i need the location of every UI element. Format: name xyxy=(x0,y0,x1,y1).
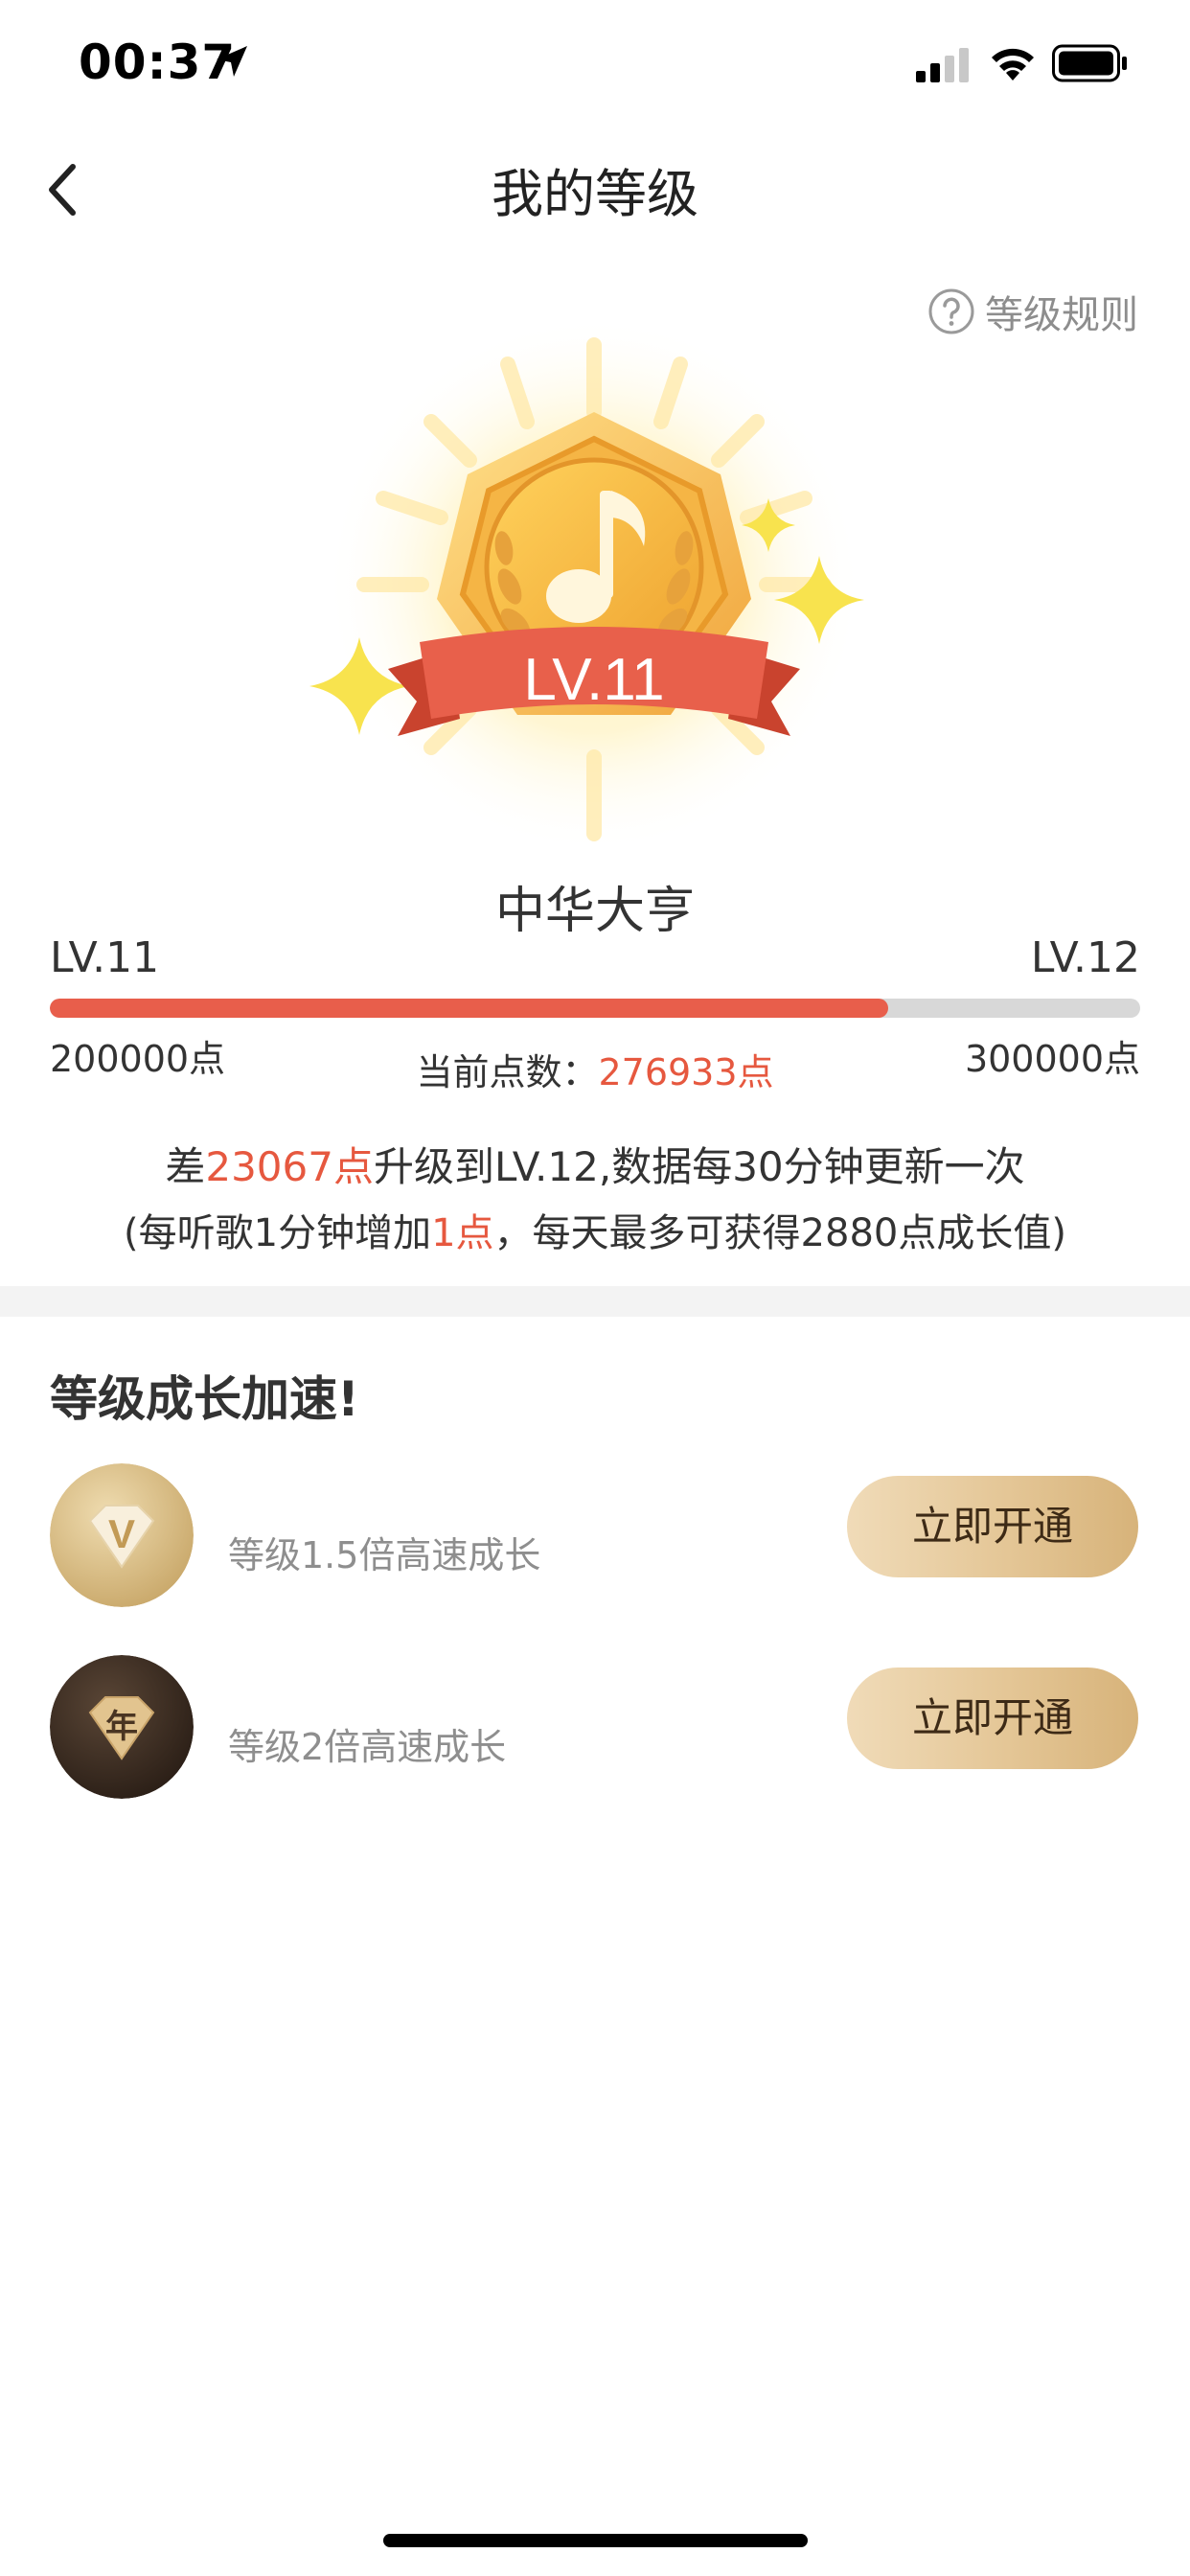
current-points: 当前点数：276933点 xyxy=(0,1043,1190,1095)
upgrade-suffix: 升级到LV.12,数据每30分钟更新一次 xyxy=(373,1143,1025,1190)
level-rules-link[interactable]: 等级规则 xyxy=(927,284,1138,339)
cellular-signal-icon xyxy=(916,48,969,82)
badge-level-text: LV.11 xyxy=(523,647,664,713)
next-level-label: LV.12 xyxy=(1030,933,1140,982)
current-level-label: LV.11 xyxy=(50,933,160,982)
help-circle-icon xyxy=(928,288,974,334)
boost-item-text: 等级2倍高速成长 xyxy=(228,1726,507,1768)
level-progress-bar xyxy=(50,999,1140,1018)
vip-diamond-icon: V xyxy=(50,1463,194,1607)
level-rules-label: 等级规则 xyxy=(985,293,1138,337)
growth-rate-info: (每听歌1分钟增加1点，每天最多可获得2880点成长值) xyxy=(0,1202,1190,1257)
rate-value: 1点 xyxy=(431,1211,494,1255)
annual-icon-glyph: 年 xyxy=(105,1708,138,1746)
upgrade-prefix: 差 xyxy=(165,1143,206,1190)
home-indicator[interactable] xyxy=(383,2534,808,2547)
rate-suffix: ，每天最多可获得2880点成长值) xyxy=(493,1211,1066,1255)
remaining-points: 23067点 xyxy=(205,1143,374,1190)
upgrade-info: 差23067点升级到LV.12,数据每30分钟更新一次 xyxy=(0,1135,1190,1193)
current-points-value: 276933点 xyxy=(598,1051,774,1093)
page-title: 我的等级 xyxy=(492,164,698,224)
activate-annual-button[interactable]: 立即开通 xyxy=(847,1668,1138,1769)
activate-vip-button[interactable]: 立即开通 xyxy=(847,1476,1138,1577)
battery-icon xyxy=(1052,44,1127,82)
level-badge-icon: LV.11 xyxy=(309,316,864,853)
rate-prefix: (每听歌1分钟增加 xyxy=(124,1211,432,1255)
location-arrow-icon xyxy=(217,46,247,77)
level-title: 中华大亨 xyxy=(494,883,695,940)
level-progress-fill xyxy=(50,999,889,1018)
section-divider xyxy=(0,1286,1190,1317)
boost-item-text: 等级1.5倍高速成长 xyxy=(228,1534,541,1576)
wifi-icon xyxy=(992,48,1034,80)
current-points-label: 当前点数： xyxy=(416,1051,599,1093)
vip-icon-glyph: V xyxy=(108,1511,135,1556)
annual-diamond-icon: 年 xyxy=(50,1655,194,1799)
boost-section-title: 等级成长加速! xyxy=(50,1371,359,1427)
